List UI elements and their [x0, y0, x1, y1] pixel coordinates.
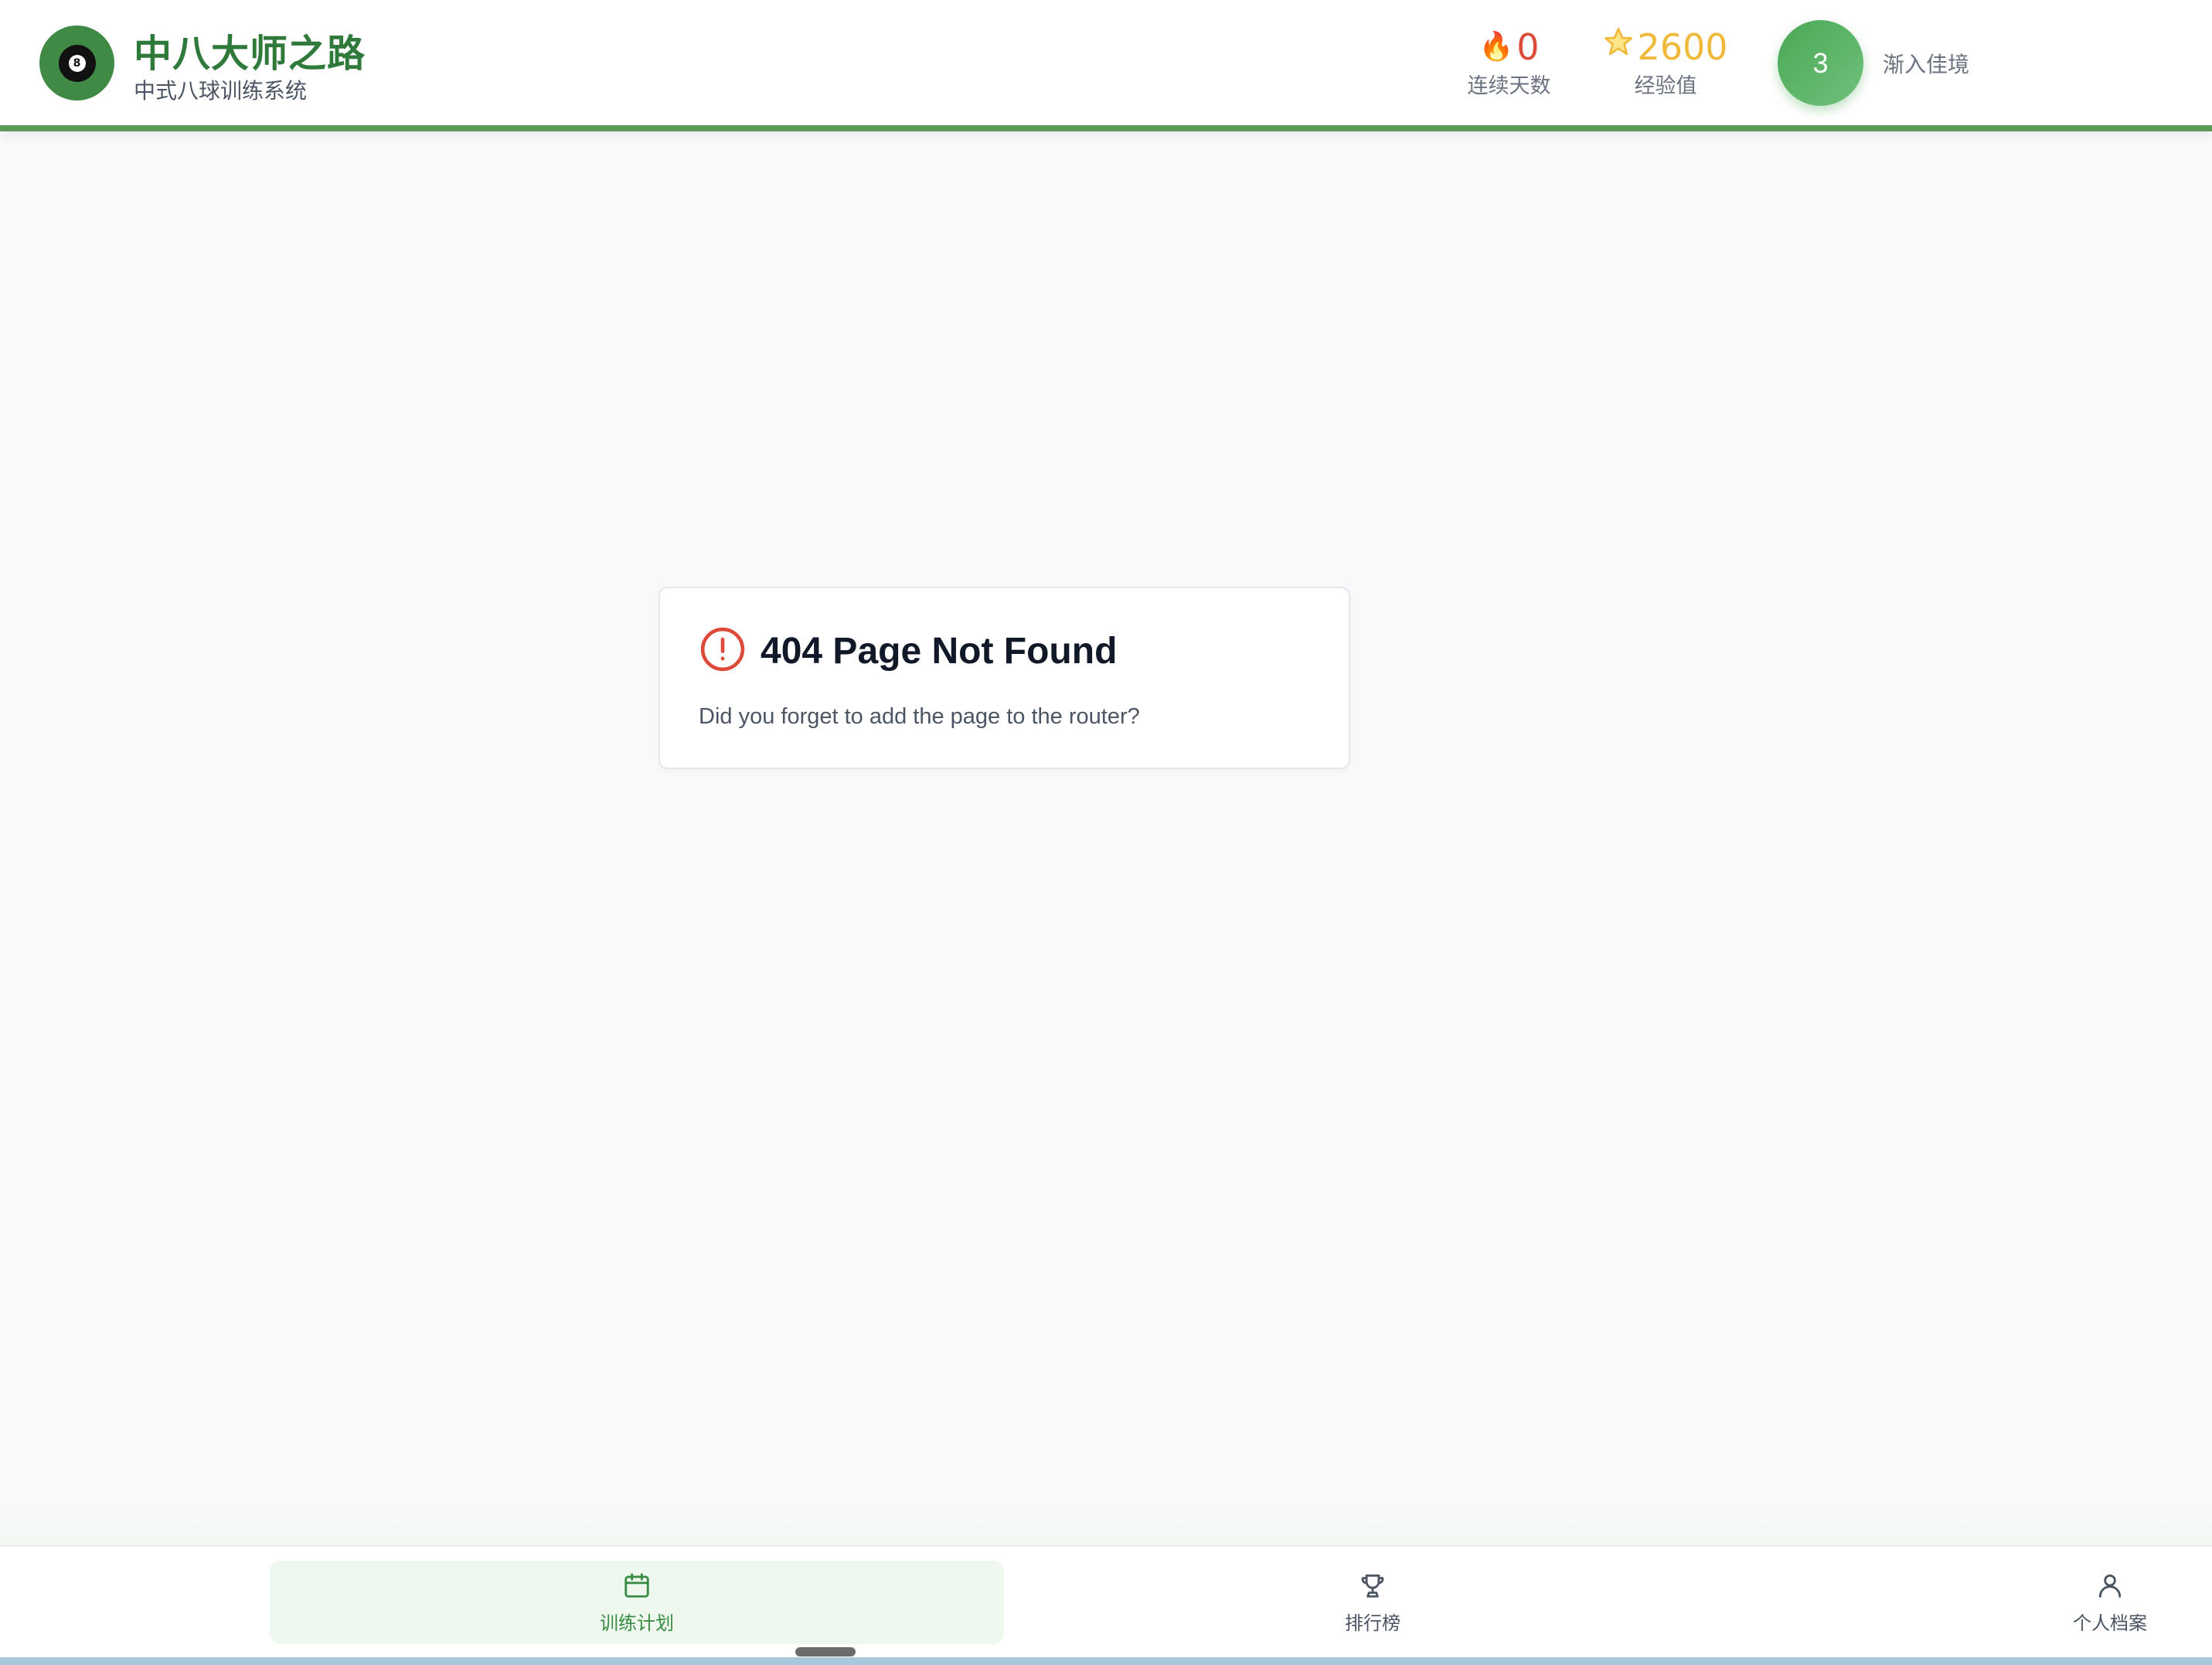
calendar-icon: [622, 1571, 652, 1603]
eight-ball-logo-icon: 8: [39, 26, 114, 100]
xp-label: 经验值: [1634, 74, 1697, 98]
xp-stat: 2600 经验值: [1594, 22, 1737, 100]
home-indicator[interactable]: [795, 1647, 856, 1656]
streak-stat: 🔥 0 连续天数: [1461, 22, 1557, 100]
level-name: 渐入佳境: [1883, 52, 1970, 77]
app-header: 8 中八大师之路 中式八球训练系统 🔥 0 连续天数 2600 经验值 3 渐入…: [0, 0, 2212, 131]
nav-label-leaderboard: 排行榜: [1345, 1612, 1400, 1634]
alert-circle-icon: [699, 625, 747, 676]
trophy-icon: [1358, 1571, 1387, 1603]
nav-label-training-plan: 训练计划: [600, 1612, 674, 1634]
app-title: 中八大师之路: [134, 32, 366, 76]
logo-ball-number: 8: [68, 54, 86, 72]
level-badge[interactable]: 3: [1778, 20, 1863, 106]
bottom-gradient: [0, 1504, 2212, 1546]
nav-label-profile: 个人档案: [2073, 1612, 2147, 1634]
streak-value: 0: [1516, 26, 1540, 68]
nav-item-training-plan[interactable]: 训练计划: [270, 1561, 1004, 1644]
xp-value: 2600: [1637, 26, 1728, 68]
streak-label: 连续天数: [1467, 74, 1551, 98]
bottom-edge-bar: [0, 1657, 2212, 1665]
flame-icon: 🔥: [1479, 31, 1514, 63]
error-description: Did you forget to add the page to the ro…: [699, 704, 1140, 729]
not-found-card: 404 Page Not Found Did you forget to add…: [658, 587, 1350, 769]
app-subtitle: 中式八球训练系统: [134, 78, 308, 104]
nav-item-leaderboard[interactable]: 排行榜: [1257, 1561, 1489, 1644]
bottom-nav: 训练计划 排行榜 个人档案: [0, 1545, 2212, 1665]
error-title: 404 Page Not Found: [761, 630, 1118, 672]
card-title-row: 404 Page Not Found: [699, 625, 1117, 676]
user-icon: [2095, 1571, 2125, 1603]
star-icon: [1603, 22, 1634, 73]
nav-item-profile[interactable]: 个人档案: [1998, 1561, 2212, 1644]
